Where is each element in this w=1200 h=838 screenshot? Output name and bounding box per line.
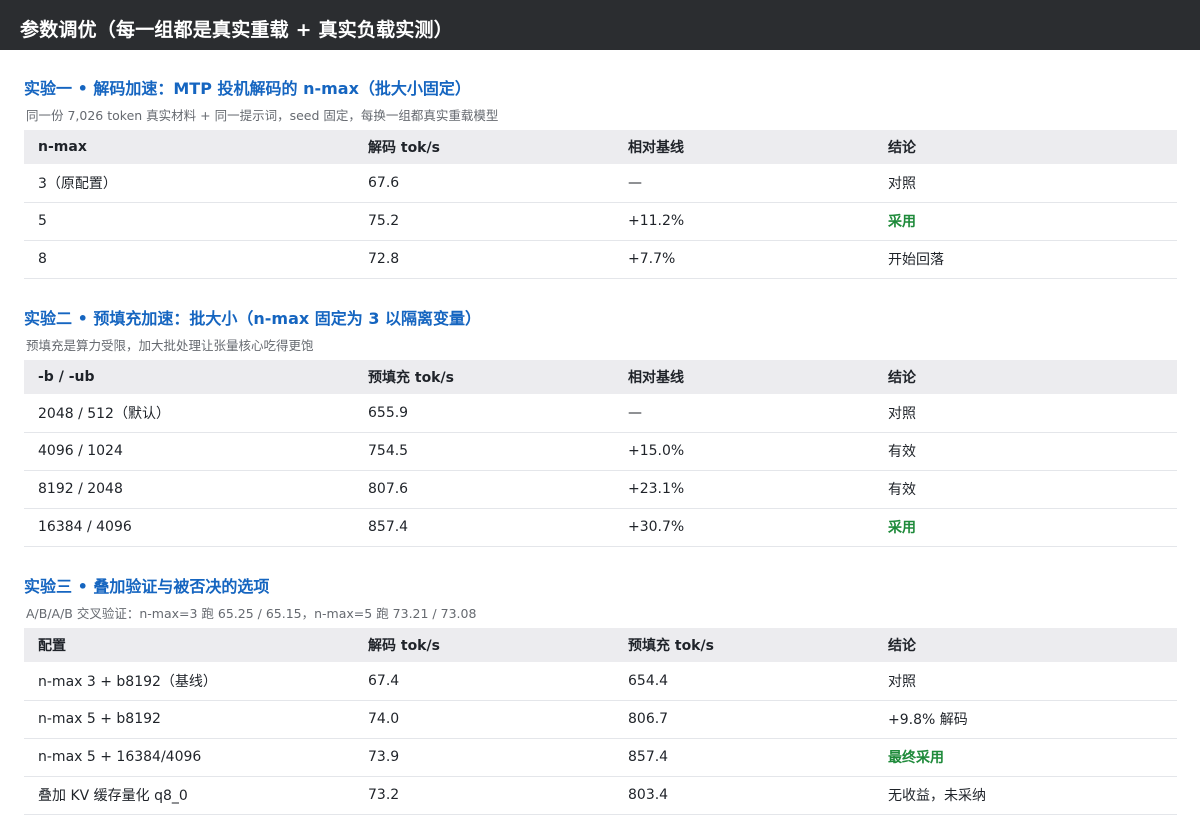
table-cell: 67.4 <box>368 672 400 689</box>
column-header: 配置 <box>38 638 66 654</box>
table-row: n-max 5 + b8192 74.0 806.7 +9.8% 解码 <box>24 700 1177 738</box>
column-header: n-max <box>38 139 87 155</box>
table-header-row: -b / -ub 预填充 tok/s 相对基线 结论 <box>24 360 1177 394</box>
table-cell: 806.7 <box>628 711 669 727</box>
table-cell: +23.1% <box>628 481 685 497</box>
table-cell: 5 <box>38 213 47 229</box>
column-header: 结论 <box>888 370 916 386</box>
column-header: 预填充 tok/s <box>368 370 454 386</box>
table-cell: 73.2 <box>368 787 400 803</box>
table-header-row: n-max 解码 tok/s 相对基线 结论 <box>24 130 1177 164</box>
table-cell: — <box>628 404 642 421</box>
section-title: 实验一 • 解码加速：MTP 投机解码的 n-max（批大小固定） <box>24 79 471 98</box>
conclusion-cell: 有效 <box>888 482 916 498</box>
column-header: 相对基线 <box>628 140 684 156</box>
table-cell: 857.4 <box>628 749 669 765</box>
table-cell: 8192 / 2048 <box>38 481 123 497</box>
adopted-conclusion-cell: 最终采用 <box>888 750 944 766</box>
table-cell: 72.8 <box>368 251 400 267</box>
table-cell: — <box>628 174 642 191</box>
experiment-3-table: 配置 解码 tok/s 预填充 tok/s 结论 n-max 3 + b8192… <box>24 628 1177 815</box>
conclusion-cell: 有效 <box>888 444 916 460</box>
table-cell: 75.2 <box>368 213 400 229</box>
table-cell: 655.9 <box>368 404 409 421</box>
page-title: 参数调优（每一组都是真实重载 + 真实负载实测） <box>0 0 1200 50</box>
table-row: 3（原配置） 67.6 — 对照 <box>24 164 1177 202</box>
column-header: 解码 tok/s <box>368 638 440 654</box>
experiment-2-table: -b / -ub 预填充 tok/s 相对基线 结论 2048 / 512（默认… <box>24 360 1177 547</box>
table-row: 16384 / 4096 857.4 +30.7% 采用 <box>24 508 1177 546</box>
conclusion-cell: 对照 <box>888 673 916 690</box>
table-row: n-max 5 + 16384/4096 73.9 857.4 最终采用 <box>24 738 1177 776</box>
column-header: 解码 tok/s <box>368 140 440 156</box>
adopted-conclusion-cell: 采用 <box>888 520 916 536</box>
column-header: 结论 <box>888 638 916 654</box>
table-cell: +15.0% <box>628 443 685 459</box>
table-cell: 807.6 <box>368 481 409 497</box>
table-cell: +7.7% <box>628 251 676 267</box>
table-cell: 16384 / 4096 <box>38 519 132 535</box>
table-row: n-max 3 + b8192（基线） 67.4 654.4 对照 <box>24 662 1177 700</box>
table-cell: 2048 / 512（默认） <box>38 405 170 422</box>
table-cell: 803.4 <box>628 787 669 803</box>
table-cell: +30.7% <box>628 519 685 535</box>
adopted-conclusion-cell: 采用 <box>888 214 916 230</box>
table-cell: n-max 5 + b8192 <box>38 711 161 727</box>
section-title: 实验二 • 预填充加速：批大小（n-max 固定为 3 以隔离变量） <box>24 309 482 328</box>
column-header: 相对基线 <box>628 370 684 386</box>
conclusion-cell: 对照 <box>888 405 916 422</box>
section-title: 实验三 • 叠加验证与被否决的选项 <box>24 577 270 596</box>
table-cell: 654.4 <box>628 672 669 689</box>
table-cell: 73.9 <box>368 749 400 765</box>
table-cell: 67.6 <box>368 174 400 191</box>
table-row: 8 72.8 +7.7% 开始回落 <box>24 240 1177 278</box>
table-cell: 3（原配置） <box>38 175 117 192</box>
conclusion-cell: 无收益，未采纳 <box>888 788 986 804</box>
experiment-3-section: 实验三 • 叠加验证与被否决的选项 A/B/A/B 交叉验证：n-max=3 跑… <box>24 576 1177 815</box>
column-header: -b / -ub <box>38 369 95 385</box>
section-subtitle: A/B/A/B 交叉验证：n-max=3 跑 65.25 / 65.15，n-m… <box>26 606 477 621</box>
conclusion-cell: 对照 <box>888 175 916 192</box>
table-header-row: 配置 解码 tok/s 预填充 tok/s 结论 <box>24 628 1177 662</box>
experiment-2-section: 实验二 • 预填充加速：批大小（n-max 固定为 3 以隔离变量） 预填充是算… <box>24 308 1177 547</box>
table-row: 8192 / 2048 807.6 +23.1% 有效 <box>24 470 1177 508</box>
table-cell: n-max 5 + 16384/4096 <box>38 749 202 765</box>
table-row: 4096 / 1024 754.5 +15.0% 有效 <box>24 432 1177 470</box>
section-subtitle: 同一份 7,026 token 真实材料 + 同一提示词，seed 固定，每换一… <box>26 108 499 123</box>
table-cell: 74.0 <box>368 711 400 727</box>
table-cell: 857.4 <box>368 519 409 535</box>
table-cell: 754.5 <box>368 443 409 459</box>
table-row: 叠加 KV 缓存量化 q8_0 73.2 803.4 无收益，未采纳 <box>24 776 1177 814</box>
table-row: 2048 / 512（默认） 655.9 — 对照 <box>24 394 1177 432</box>
column-header: 结论 <box>888 140 916 156</box>
table-cell: n-max 3 + b8192（基线） <box>38 673 217 690</box>
experiment-1-section: 实验一 • 解码加速：MTP 投机解码的 n-max（批大小固定） 同一份 7,… <box>24 78 1177 279</box>
table-cell: 8 <box>38 251 47 267</box>
table-cell: 4096 / 1024 <box>38 443 123 459</box>
section-subtitle: 预填充是算力受限，加大批处理让张量核心吃得更饱 <box>26 338 314 353</box>
column-header: 预填充 tok/s <box>628 638 714 654</box>
table-row: 5 75.2 +11.2% 采用 <box>24 202 1177 240</box>
conclusion-cell: +9.8% 解码 <box>888 712 968 728</box>
table-cell: 叠加 KV 缓存量化 q8_0 <box>38 788 188 804</box>
conclusion-cell: 开始回落 <box>888 252 944 268</box>
table-cell: +11.2% <box>628 213 685 229</box>
experiment-1-table: n-max 解码 tok/s 相对基线 结论 3（原配置） 67.6 — 对照 … <box>24 130 1177 279</box>
